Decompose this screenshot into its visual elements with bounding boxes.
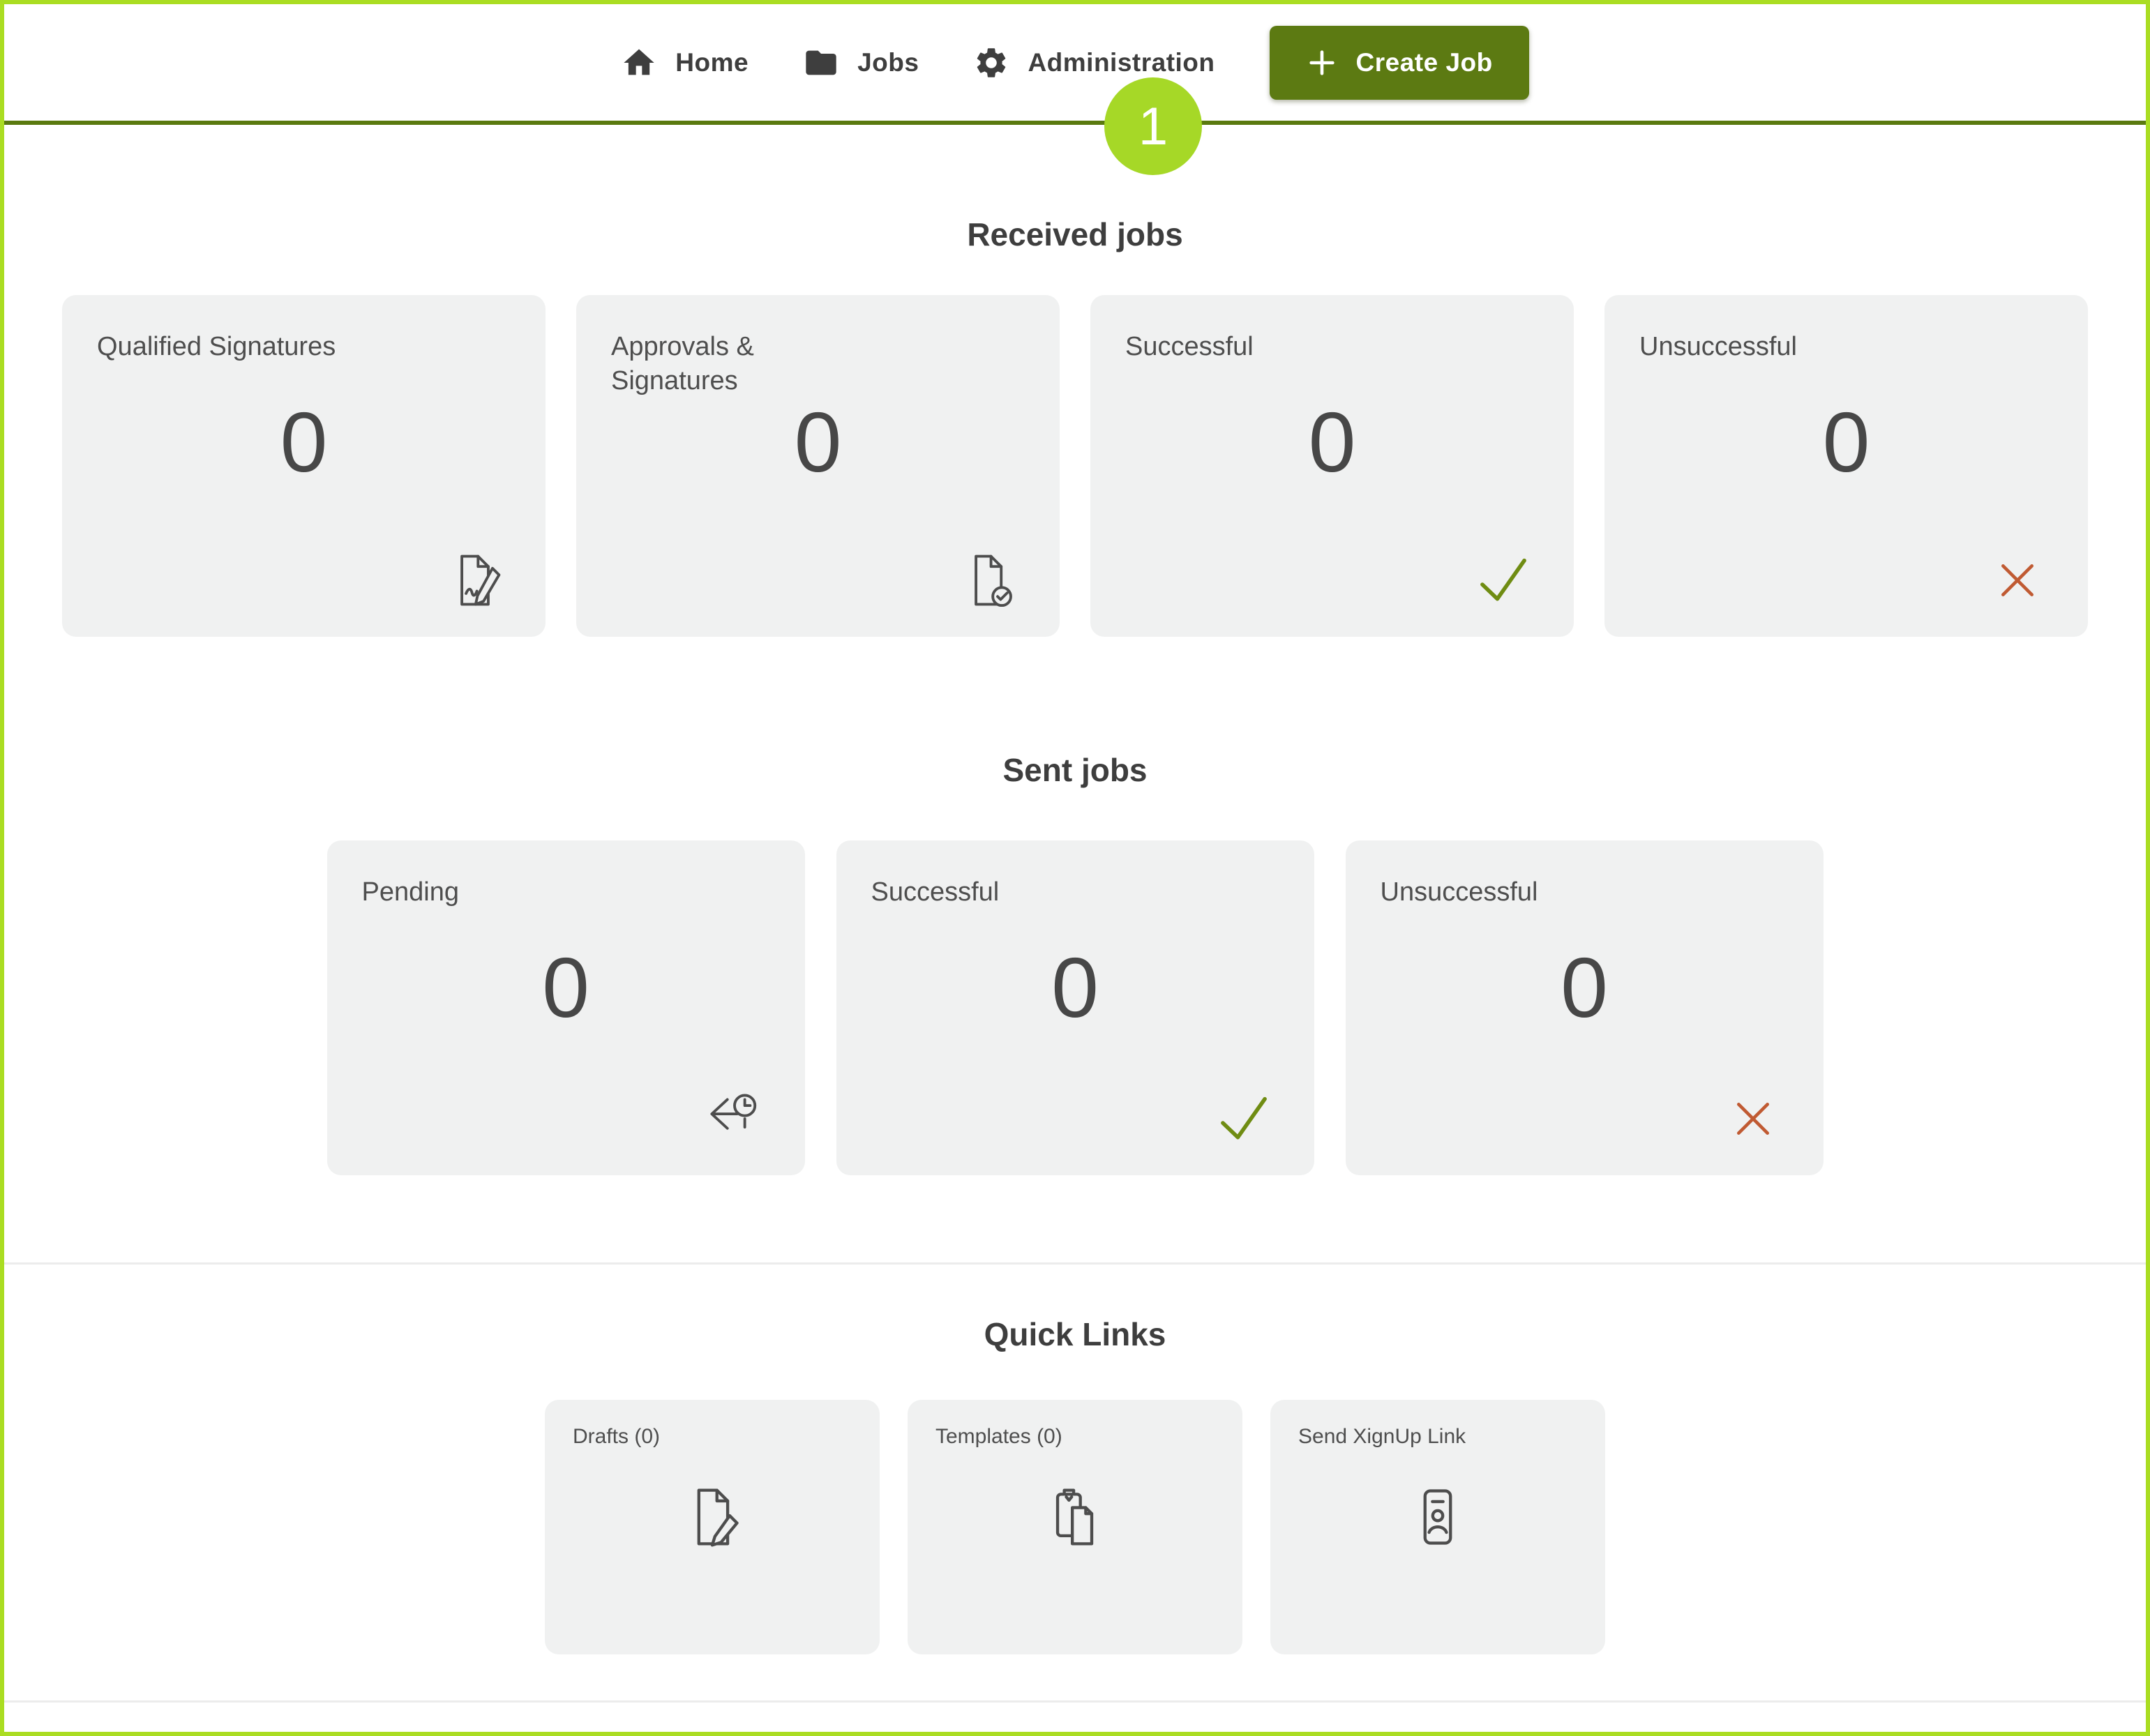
card-label: Successful	[1125, 330, 1539, 364]
card-count: 0	[327, 945, 805, 1030]
card-label: Qualified Signatures	[97, 330, 511, 364]
sent-jobs-card-row: Pending 0 Successful 0 Unsuccessful 0	[4, 840, 2146, 1175]
sent-jobs-section: Sent jobs Pending0Successful0Unsuccessfu…	[4, 750, 2146, 1175]
card-label: Templates (0)	[935, 1425, 1215, 1449]
nav-menu: Home Jobs Administration	[621, 45, 1215, 81]
card-label: Unsuccessful	[1639, 330, 2053, 364]
document-check-icon	[959, 550, 1019, 610]
received-jobs-heading: Received jobs	[4, 215, 2146, 254]
nav-item-label: Administration	[1028, 48, 1215, 77]
received-card-unsuccessful[interactable]: Unsuccessful 0	[1604, 295, 2088, 637]
dashboard-page: Home Jobs Administration Create Job 1 Rece…	[0, 0, 2150, 1736]
draft-document-icon	[679, 1484, 746, 1550]
card-label: Successful	[871, 875, 1279, 909]
pending-clock-icon	[705, 1089, 765, 1149]
create-job-button[interactable]: Create Job	[1270, 26, 1529, 100]
quick-links-heading: Quick Links	[4, 1315, 2146, 1354]
nav-item-administration[interactable]: Administration	[973, 45, 1215, 81]
card-label: Pending	[362, 875, 770, 909]
card-label: Approvals & Signatures	[611, 330, 1025, 398]
sent-card-pending[interactable]: Pending 0	[327, 840, 805, 1175]
card-count: 0	[836, 945, 1314, 1030]
folder-icon	[803, 45, 839, 81]
card-label: Unsuccessful	[1381, 875, 1789, 909]
signature-document-icon	[445, 550, 505, 610]
gear-icon	[973, 45, 1009, 81]
card-count: 0	[1604, 400, 2088, 485]
card-label: Send XignUp Link	[1298, 1425, 1577, 1449]
create-job-label: Create Job	[1356, 48, 1493, 77]
check-icon	[1214, 1089, 1274, 1149]
cross-icon	[1723, 1089, 1783, 1149]
sent-card-successful[interactable]: Successful 0	[836, 840, 1314, 1175]
annotation-step-number: 1	[1138, 96, 1168, 157]
card-count: 0	[62, 400, 546, 485]
card-count: 0	[576, 400, 1060, 485]
quick-links-section: Quick Links Drafts (0) Templates (0) Send …	[4, 1315, 2146, 1654]
card-label: Drafts (0)	[573, 1425, 852, 1449]
annotation-step-badge: 1	[1104, 77, 1202, 175]
check-icon	[1473, 550, 1533, 610]
nav-item-label: Home	[675, 48, 749, 77]
quick_links-card-drafts-0[interactable]: Drafts (0)	[545, 1400, 880, 1654]
quick-links-card-row: Drafts (0) Templates (0) Send XignUp Link	[4, 1400, 2146, 1654]
sent-jobs-heading: Sent jobs	[4, 750, 2146, 790]
received-card-successful[interactable]: Successful 0	[1090, 295, 1574, 637]
section-separator	[4, 1262, 2146, 1265]
quick_links-card-send-xignup-link[interactable]: Send XignUp Link	[1270, 1400, 1605, 1654]
received-card-approvals-signatures[interactable]: Approvals & Signatures0	[576, 295, 1060, 637]
nav-item-label: Jobs	[857, 48, 919, 77]
received-card-qualified-signatures[interactable]: Qualified Signatures 0	[62, 295, 546, 637]
nav-item-home[interactable]: Home	[621, 45, 749, 81]
nav-item-jobs[interactable]: Jobs	[803, 45, 919, 81]
id-badge-icon	[1404, 1484, 1471, 1550]
quick_links-card-templates-0[interactable]: Templates (0)	[908, 1400, 1242, 1654]
footer-separator	[4, 1700, 2146, 1703]
card-count: 0	[1346, 945, 1824, 1030]
header-divider	[4, 121, 2146, 125]
card-count: 0	[1090, 400, 1574, 485]
sent-card-unsuccessful[interactable]: Unsuccessful 0	[1346, 840, 1824, 1175]
dashboard-main: Received jobs Qualified Signatures0Appro…	[4, 215, 2146, 1703]
plus-icon	[1306, 47, 1338, 79]
received-jobs-section: Received jobs Qualified Signatures0Appro…	[4, 215, 2146, 637]
templates-clipboard-icon	[1042, 1484, 1108, 1550]
top-nav: Home Jobs Administration Create Job	[4, 4, 2146, 121]
received-jobs-card-row: Qualified Signatures0Approvals & Signatu…	[4, 295, 2146, 637]
cross-icon	[1987, 550, 2047, 610]
home-icon	[621, 45, 657, 81]
